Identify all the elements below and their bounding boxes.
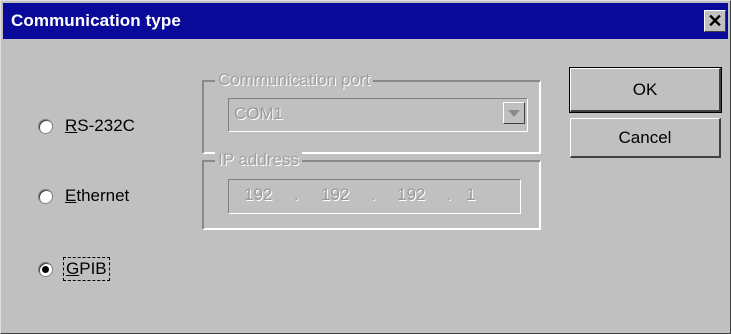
communication-port-group: Communication port COM1 (202, 70, 541, 154)
ip-octet-3[interactable]: 192 (397, 185, 425, 205)
radio-button[interactable] (38, 118, 53, 134)
ip-octet-4[interactable]: 1 (466, 185, 475, 205)
communication-port-group-title: Communication port (215, 70, 374, 90)
ip-separator: . (294, 185, 299, 204)
dialog-title: Communication type (11, 11, 181, 30)
radio-label-rs232c: RS-232C (65, 116, 135, 135)
cancel-button[interactable]: Cancel (570, 118, 721, 158)
ip-separator: . (371, 185, 376, 204)
radio-option-rs232c[interactable]: RS-232C (38, 113, 137, 139)
close-button[interactable]: ✕ (704, 10, 726, 32)
communication-port-dropdown[interactable]: COM1 (228, 98, 528, 132)
communication-port-value: COM1 (234, 104, 284, 123)
radio-option-ethernet[interactable]: Ethernet (38, 183, 131, 209)
communication-type-dialog: Communication type ✕ RS-232C Ethernet GP… (0, 0, 731, 334)
ip-address-group-title: IP address (215, 150, 302, 170)
chevron-down-icon (508, 109, 520, 117)
ip-separator: . (447, 185, 452, 204)
radio-label-ethernet: Ethernet (65, 186, 130, 205)
title-bar[interactable]: Communication type ✕ (3, 3, 728, 39)
ok-button[interactable]: OK (569, 67, 722, 113)
radio-button-selected[interactable] (38, 261, 53, 277)
ok-button-label: OK (632, 80, 658, 99)
radio-label-gpib: GPIB (63, 257, 110, 281)
radio-button[interactable] (38, 188, 53, 204)
ip-address-group: IP address 192 . 192 . 192 . 1 (202, 150, 541, 230)
ip-octet-1[interactable]: 192 (244, 185, 272, 205)
radio-option-gpib[interactable]: GPIB (38, 256, 110, 282)
dropdown-button[interactable] (503, 102, 525, 124)
ip-address-field[interactable]: 192 . 192 . 192 . 1 (228, 179, 521, 214)
cancel-button-label: Cancel (618, 128, 672, 147)
close-icon: ✕ (707, 11, 723, 31)
ip-octet-2[interactable]: 192 (321, 185, 349, 205)
